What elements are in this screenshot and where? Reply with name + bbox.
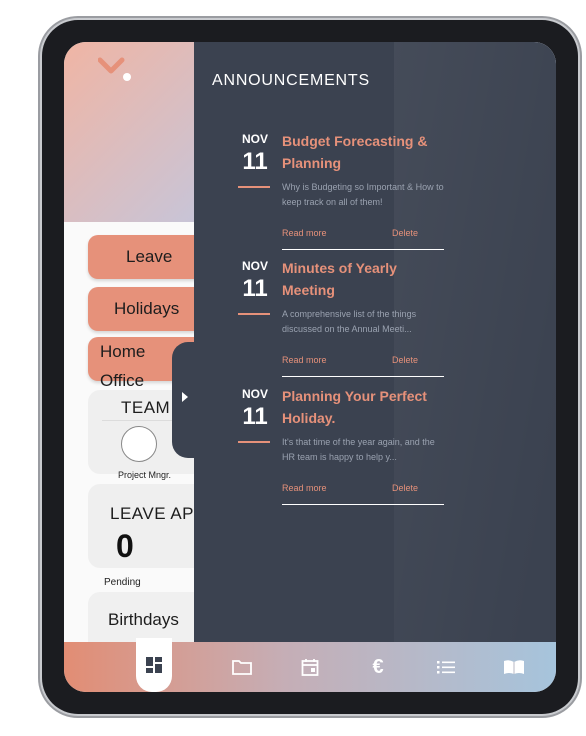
date-day: 11	[242, 275, 268, 302]
list-icon	[437, 661, 455, 674]
divider	[282, 376, 444, 377]
date-underline	[238, 186, 270, 188]
avatar[interactable]	[121, 426, 157, 462]
holidays-button[interactable]: Holidays	[88, 287, 200, 331]
announcement-item: NOV 11 Budget Forecasting & Planning Why…	[194, 132, 556, 252]
nav-expenses[interactable]: €	[360, 642, 396, 692]
leave-button[interactable]: Leave	[88, 235, 200, 279]
announcements-title: ANNOUNCEMENTS	[212, 72, 370, 89]
date-month: NOV	[241, 259, 268, 273]
pending-label: Pending	[104, 577, 141, 588]
read-more-link[interactable]: Read more	[282, 483, 327, 493]
date-underline	[238, 313, 270, 315]
chevron-right-icon	[182, 392, 188, 402]
team-title: TEAM	[121, 398, 171, 417]
euro-icon: €	[372, 655, 384, 678]
announcement-excerpt: It's that time of the year again, and th…	[282, 437, 435, 462]
dashboard-icon	[146, 657, 162, 673]
announcement-item: NOV 11 Minutes of Yearly Meeting A compr…	[194, 259, 556, 379]
announcement-item: NOV 11 Planning Your Perfect Holiday. It…	[194, 387, 556, 507]
tablet-frame: Leave Holidays Home Office TEAM Project …	[42, 20, 578, 714]
app-logo	[98, 57, 131, 81]
birthdays-title: Birthdays	[108, 610, 179, 629]
bottom-navigation: €	[64, 638, 556, 692]
announcements-panel: ANNOUNCEMENTS NOV 11 Budget Forecasting …	[194, 42, 556, 642]
book-icon	[504, 660, 524, 674]
date-month: NOV	[241, 132, 268, 146]
date-day: 11	[242, 148, 268, 175]
nav-handbook[interactable]	[496, 642, 532, 692]
announcement-headline[interactable]: Minutes of Yearly Meeting	[282, 257, 452, 301]
read-more-link[interactable]: Read more	[282, 355, 327, 365]
calendar-icon	[301, 659, 319, 676]
announcement-excerpt: Why is Budgeting so Important & How to k…	[282, 182, 444, 207]
app-screen: Leave Holidays Home Office TEAM Project …	[64, 42, 556, 692]
announcement-excerpt: A comprehensive list of the things discu…	[282, 309, 417, 334]
divider	[282, 504, 444, 505]
announcement-headline[interactable]: Planning Your Perfect Holiday.	[282, 385, 452, 429]
delete-link[interactable]: Delete	[392, 483, 418, 493]
date-day: 11	[242, 403, 268, 430]
read-more-link[interactable]: Read more	[282, 228, 327, 238]
nav-list[interactable]	[428, 642, 464, 692]
announcement-headline[interactable]: Budget Forecasting & Planning	[282, 130, 452, 174]
date-month: NOV	[241, 387, 268, 401]
nav-calendar[interactable]	[292, 642, 328, 692]
divider	[282, 249, 444, 250]
folder-icon	[232, 660, 252, 675]
leave-approvals-count: 0	[116, 528, 134, 564]
team-member-role: Project Mngr.	[118, 470, 172, 480]
leave-approvals-title: LEAVE AP	[110, 504, 195, 523]
date-underline	[238, 441, 270, 443]
panel-collapse-handle[interactable]	[172, 342, 202, 458]
nav-documents[interactable]	[224, 642, 260, 692]
nav-dashboard[interactable]	[136, 638, 172, 692]
delete-link[interactable]: Delete	[392, 355, 418, 365]
leave-approvals-card[interactable]: LEAVE AP 0	[88, 484, 200, 568]
delete-link[interactable]: Delete	[392, 228, 418, 238]
